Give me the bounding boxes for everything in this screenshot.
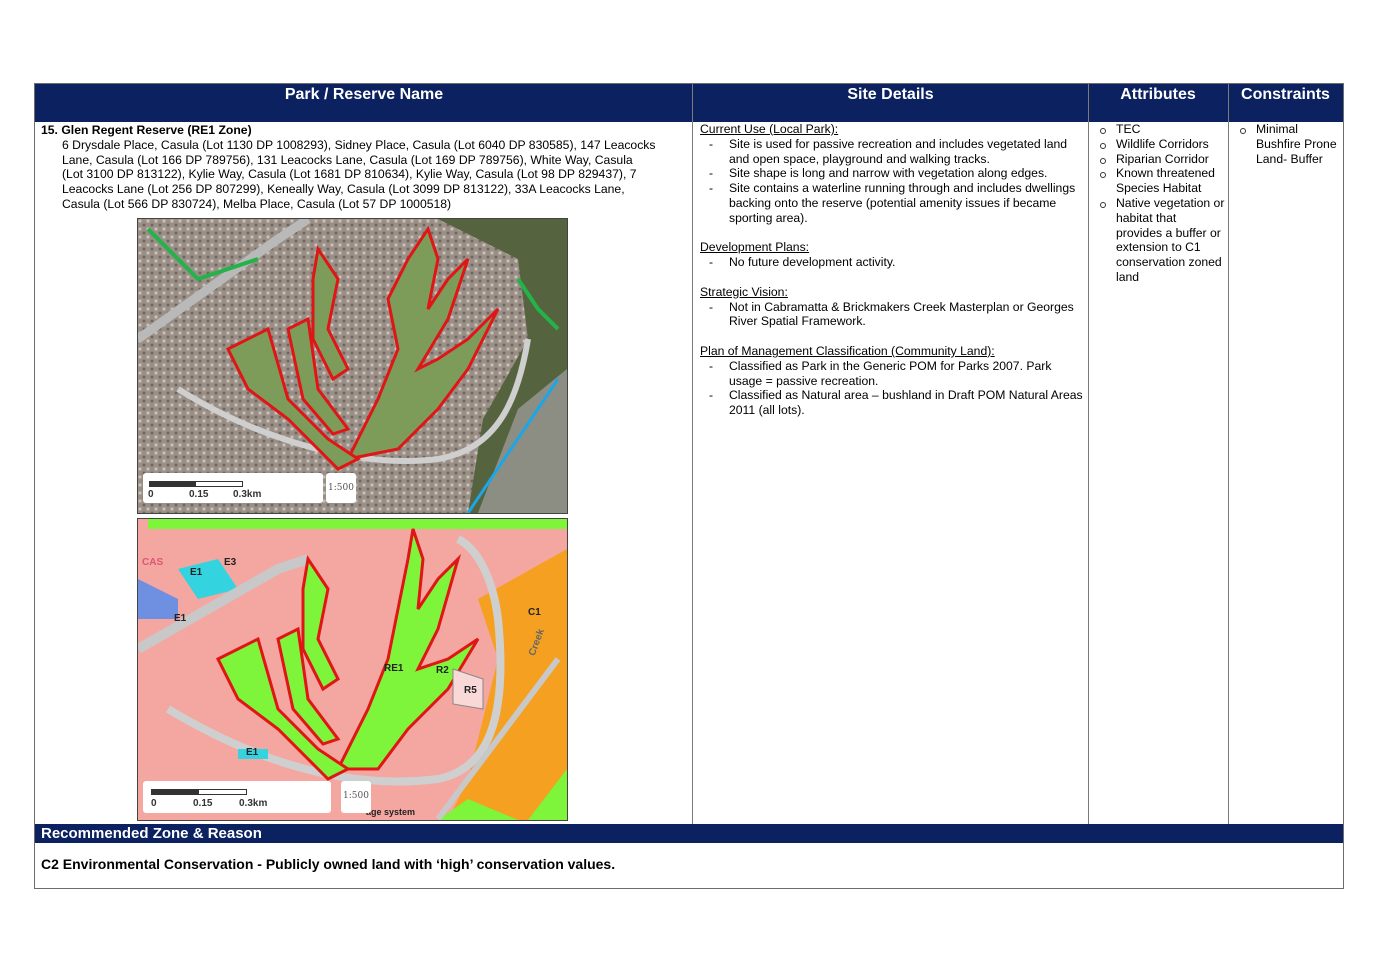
site-details-cell: Current Use (Local Park): Site is used f… [700, 122, 1085, 418]
header-park-name: Park / Reserve Name [284, 86, 444, 103]
constraints-list: Minimal Bushfire Prone Land- Buffer [1235, 122, 1341, 166]
scale-label-end: 0.3km [239, 798, 268, 809]
list-item: TEC [1095, 122, 1225, 137]
constraints-cell: Minimal Bushfire Prone Land- Buffer [1235, 122, 1341, 166]
list-item: Wildlife Corridors [1095, 137, 1225, 152]
list-item: Known threatened Species Habitat [1095, 166, 1225, 196]
zone-label-e1: E1 [174, 613, 187, 624]
reserve-lots: 6 Drysdale Place, Casula (Lot 1130 DP 10… [41, 138, 689, 212]
scale-label-mid: 0.15 [193, 798, 213, 809]
list-item: Riparian Corridor [1095, 152, 1225, 167]
scale-label-end: 0.3km [233, 489, 262, 500]
zone-label-e3: E3 [224, 557, 237, 568]
zone-label-e1: E1 [190, 567, 203, 578]
zone-label-cas: CAS [142, 557, 164, 568]
recommended-zone-text: C2 Environmental Conservation - Publicly… [41, 856, 616, 872]
aerial-scale-stamp: 1:500 [326, 473, 356, 503]
pom-list: Classified as Park in the Generic POM fo… [700, 359, 1085, 418]
list-item: Site shape is long and narrow with veget… [700, 166, 1085, 181]
zoning-scale-stamp: 1:500 [341, 781, 371, 813]
development-plans-heading: Development Plans: [700, 240, 810, 255]
reserve-lot-line: (Lot 3100 DP 813122), Kylie Way, Casula … [62, 167, 637, 182]
scale-label-mid: 0.15 [189, 489, 209, 500]
zoning-map: E1 E3 CAS E1 C1 Creek RE1 R2 R5 E1 age s… [137, 518, 568, 821]
scale-bar-graphic [151, 789, 247, 795]
header-constraints: Constraints [1241, 86, 1330, 103]
pom-heading: Plan of Management Classification (Commu… [700, 343, 995, 358]
column-divider [1088, 84, 1089, 824]
reserve-lot-line: Lane, Casula (Lot 166 DP 789756), 131 Le… [62, 152, 633, 167]
recommended-heading: Recommended Zone & Reason [35, 824, 1343, 843]
reserve-lot-line: 6 Drysdale Place, Casula (Lot 1130 DP 10… [62, 137, 656, 152]
column-divider [1228, 84, 1229, 824]
zone-label-re1: RE1 [384, 663, 404, 674]
reserve-lot-line: Leacocks Lane (Lot 256 DP 807299), Kenea… [62, 182, 625, 197]
current-use-heading: Current Use (Local Park): [700, 122, 839, 136]
reserve-lot-line: Casula (Lot 566 DP 830724), Melba Place,… [62, 196, 452, 211]
column-divider [692, 84, 693, 824]
aerial-scale-bar: 0 0.15 0.3km [143, 473, 323, 503]
park-name-cell: 15. Glen Regent Reserve (RE1 Zone) 6 Dry… [41, 122, 689, 212]
header-attributes: Attributes [1120, 86, 1196, 103]
reserve-title: 15. Glen Regent Reserve (RE1 Zone) [41, 123, 252, 137]
table-header: Park / Reserve Name Site Details Attribu… [35, 84, 1343, 122]
scale-bar-graphic [149, 481, 243, 487]
current-use-list: Site is used for passive recreation and … [700, 137, 1085, 226]
strategic-vision-list: Not in Cabramatta & Brickmakers Creek Ma… [700, 300, 1085, 330]
list-item: Native vegetation or habitat that provid… [1095, 196, 1225, 285]
aerial-map: 0 0.15 0.3km 1:500 [137, 218, 568, 514]
map-caption-drainage: age system [366, 807, 416, 817]
strategic-vision-heading: Strategic Vision: [700, 284, 788, 299]
development-plans-list: No future development activity. [700, 255, 1085, 270]
zone-label-r5: R5 [464, 685, 477, 696]
zone-label-e1: E1 [246, 747, 259, 758]
scale-label-zero: 0 [148, 489, 154, 500]
list-item: Site is used for passive recreation and … [700, 137, 1085, 167]
list-item: Site contains a waterline running throug… [700, 181, 1085, 225]
attributes-list: TEC Wildlife Corridors Riparian Corridor… [1095, 122, 1225, 285]
list-item: Classified as Park in the Generic POM fo… [700, 359, 1085, 389]
list-item: Classified as Natural area – bushland in… [700, 388, 1085, 418]
scale-label-zero: 0 [151, 798, 157, 809]
list-item: Not in Cabramatta & Brickmakers Creek Ma… [700, 300, 1085, 330]
attributes-cell: TEC Wildlife Corridors Riparian Corridor… [1095, 122, 1225, 285]
list-item: Minimal Bushfire Prone Land- Buffer [1235, 122, 1341, 166]
list-item: No future development activity. [700, 255, 1085, 270]
header-site-details: Site Details [847, 86, 934, 103]
reserve-table: Park / Reserve Name Site Details Attribu… [34, 83, 1344, 889]
zone-label-c1: C1 [528, 607, 541, 618]
zone-label-r2: R2 [436, 665, 449, 676]
zoning-scale-bar: 0 0.15 0.3km [143, 781, 331, 813]
